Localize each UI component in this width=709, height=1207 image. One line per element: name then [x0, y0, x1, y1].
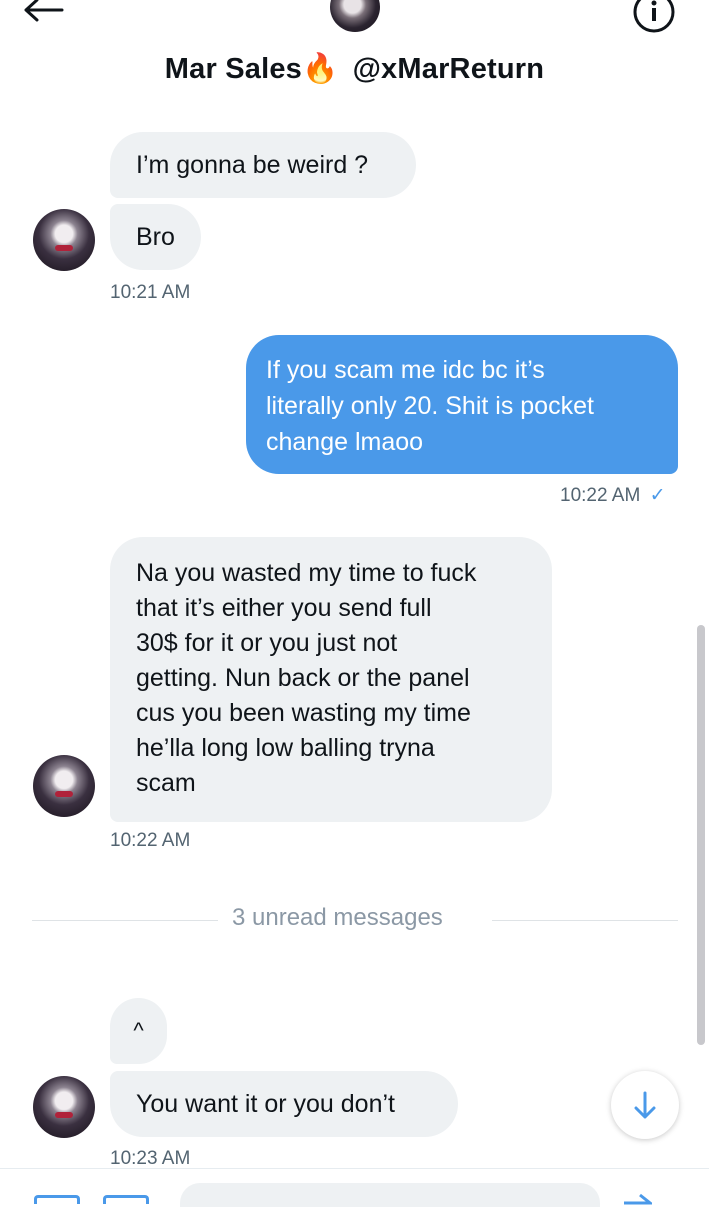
message-text-line: he’lla long low balling tryna: [136, 734, 435, 762]
contact-handle: @xMarReturn: [352, 53, 545, 85]
message-text-line: cus you been wasting my time: [136, 699, 471, 727]
unread-divider-line: [32, 920, 218, 921]
back-arrow-icon[interactable]: [22, 0, 66, 26]
scrollbar-thumb[interactable]: [697, 625, 705, 1045]
arrow-down-icon: [634, 1091, 656, 1119]
message-bubble-incoming[interactable]: I’m gonna be weird ?: [110, 132, 416, 198]
message-text-line: that it’s either you send full: [136, 594, 432, 622]
message-timestamp: 10:22 AM: [110, 830, 191, 851]
conversation-title: Mar Sales🔥 @xMarReturn: [0, 52, 709, 86]
message-text: You want it or you don’t: [136, 1090, 395, 1118]
message-bubble-outgoing[interactable]: If you scam me idc bc it’s literally onl…: [246, 335, 678, 474]
send-icon[interactable]: [622, 1193, 652, 1205]
message-bubble-incoming[interactable]: ^: [110, 998, 167, 1064]
message-text: ^: [133, 1018, 144, 1043]
message-timestamp: 10:22 AM ✓: [560, 484, 665, 507]
message-timestamp: 10:21 AM: [110, 282, 191, 303]
contact-name: Mar Sales: [164, 53, 302, 85]
message-time: 10:22 AM: [560, 485, 641, 506]
message-text-line: 30$ for it or you just not: [136, 629, 398, 657]
message-composer-bar: [0, 1168, 709, 1207]
message-text-line: If you scam me idc bc it’s: [266, 356, 545, 384]
message-text-line: change lmaoo: [266, 428, 424, 456]
sender-avatar[interactable]: [33, 755, 95, 817]
scroll-to-bottom-button[interactable]: [611, 1071, 679, 1139]
message-timestamp: 10:23 AM: [110, 1148, 191, 1169]
unread-divider-line: [492, 920, 678, 921]
message-text-line: literally only 20. Shit is pocket: [266, 392, 594, 420]
sender-avatar[interactable]: [33, 209, 95, 271]
message-text-line: getting. Nun back or the panel: [136, 664, 470, 692]
message-bubble-incoming[interactable]: Na you wasted my time to fuck that it’s …: [110, 537, 552, 822]
header-avatar[interactable]: [330, 0, 380, 32]
message-text-line: scam: [136, 769, 196, 797]
message-bubble-incoming[interactable]: Bro: [110, 204, 201, 270]
fire-emoji-icon: 🔥: [302, 53, 339, 85]
message-bubble-incoming[interactable]: You want it or you don’t: [110, 1071, 458, 1137]
message-text-line: Na you wasted my time to fuck: [136, 559, 477, 587]
sent-check-icon: ✓: [649, 485, 666, 506]
info-icon[interactable]: [632, 0, 676, 34]
message-text: Bro: [136, 223, 175, 251]
sender-avatar[interactable]: [33, 1076, 95, 1138]
message-input[interactable]: [180, 1183, 600, 1207]
unread-messages-label: 3 unread messages: [232, 904, 443, 931]
message-text: I’m gonna be weird ?: [136, 151, 369, 179]
